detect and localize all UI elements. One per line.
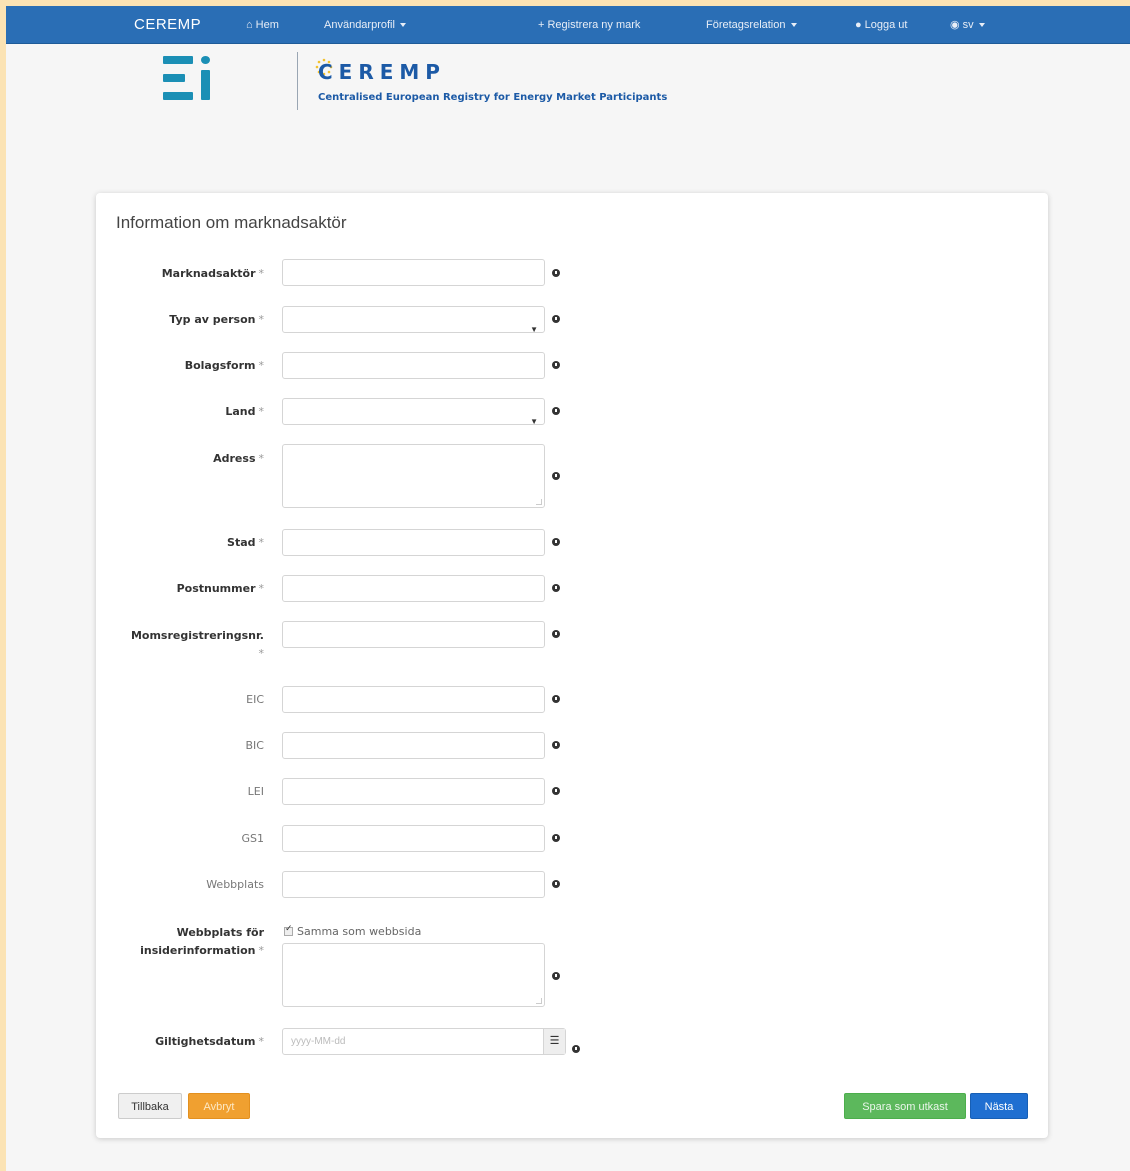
chevron-down-icon xyxy=(399,23,406,28)
save-draft-button[interactable]: Spara som utkast xyxy=(844,1093,966,1119)
nav-logout-label: Logga ut xyxy=(864,19,908,31)
header-logos: CEREMP Centralised European Registry for… xyxy=(6,44,1130,164)
field-label-city: Stad * xyxy=(227,536,264,549)
field-label-insider-website: Webbplats för insiderinformation * xyxy=(140,926,264,957)
select-arrow-icon: ▼ xyxy=(530,417,538,426)
field-label-gs1: GS1 xyxy=(241,832,264,845)
top-navbar: CEREMP ⌂ Hem Användarprofil + Registrera … xyxy=(6,6,1130,44)
same-as-website-label: Samma som webbsida xyxy=(297,925,422,938)
field-label-lei: LEI xyxy=(247,785,264,798)
eic-input[interactable] xyxy=(282,686,545,713)
nav-home-label: Hem xyxy=(255,19,279,31)
checkbox-checked-icon[interactable] xyxy=(284,924,293,936)
company-form-input[interactable] xyxy=(282,352,545,379)
help-icon[interactable] xyxy=(572,1045,580,1053)
home-icon: ⌂ xyxy=(246,19,253,31)
field-label-validity-date: Giltighetsdatum * xyxy=(155,1035,264,1048)
date-placeholder: yyyy-MM-dd xyxy=(291,1036,346,1047)
globe-icon: ◉ xyxy=(950,19,960,31)
field-label-postal-code: Postnummer * xyxy=(176,582,264,595)
help-icon[interactable] xyxy=(552,361,560,369)
nav-language-label: sv xyxy=(962,19,974,31)
lei-input[interactable] xyxy=(282,778,545,805)
help-icon[interactable] xyxy=(552,538,560,546)
field-label-vat-number: Momsregistreringsnr. * xyxy=(130,629,264,660)
insider-website-textarea[interactable] xyxy=(282,943,545,1007)
field-label-person-type: Typ av person * xyxy=(169,313,264,326)
chevron-down-icon xyxy=(790,23,797,28)
same-as-website-checkbox[interactable]: Samma som webbsida xyxy=(284,924,422,938)
ceremp-logo-title: CEREMP xyxy=(318,60,446,84)
logo-divider xyxy=(297,52,298,110)
cancel-button[interactable]: Avbryt xyxy=(188,1093,250,1119)
nav-brand[interactable]: CEREMP xyxy=(134,6,201,44)
validity-date-input[interactable]: yyyy-MM-dd ☰ xyxy=(282,1028,566,1055)
nav-home[interactable]: ⌂ Hem xyxy=(246,6,279,44)
help-icon[interactable] xyxy=(552,880,560,888)
field-label-company-form: Bolagsform * xyxy=(184,359,264,372)
back-button[interactable]: Tillbaka xyxy=(118,1093,182,1119)
help-icon[interactable] xyxy=(552,407,560,415)
address-textarea[interactable] xyxy=(282,444,545,508)
panel-title: Information om marknadsaktör xyxy=(116,213,347,232)
website-input[interactable] xyxy=(282,871,545,898)
resize-handle-icon[interactable] xyxy=(536,998,542,1004)
nav-register[interactable]: + Registrera ny mark xyxy=(538,6,640,44)
help-icon[interactable] xyxy=(552,695,560,703)
market-participant-input[interactable] xyxy=(282,259,545,286)
city-input[interactable] xyxy=(282,529,545,556)
field-label-market-participant: Marknadsaktör * xyxy=(161,267,264,280)
nav-company-relation-label: Företagsrelation xyxy=(706,19,786,31)
field-label-country: Land * xyxy=(225,405,264,418)
nav-user-profile[interactable]: Användarprofil xyxy=(324,6,406,44)
calendar-icon[interactable]: ☰ xyxy=(543,1029,565,1054)
help-icon[interactable] xyxy=(552,787,560,795)
nav-language[interactable]: ◉ sv xyxy=(950,6,985,44)
select-arrow-icon: ▼ xyxy=(530,325,538,334)
help-icon[interactable] xyxy=(552,741,560,749)
country-select[interactable]: ▼ xyxy=(282,398,545,426)
postal-code-input[interactable] xyxy=(282,575,545,602)
help-icon[interactable] xyxy=(552,269,560,277)
field-label-eic: EIC xyxy=(246,693,264,706)
help-icon[interactable] xyxy=(552,834,560,842)
bic-input[interactable] xyxy=(282,732,545,759)
next-button[interactable]: Nästa xyxy=(970,1093,1028,1119)
nav-logout[interactable]: ● Logga ut xyxy=(855,6,907,44)
ei-logo xyxy=(163,56,223,106)
help-icon[interactable] xyxy=(552,315,560,323)
help-icon[interactable] xyxy=(552,472,560,480)
person-type-select[interactable]: ▼ xyxy=(282,306,545,334)
ceremp-logo-subtitle: Centralised European Registry for Energy… xyxy=(318,92,668,103)
help-icon[interactable] xyxy=(552,584,560,592)
field-label-address: Adress * xyxy=(213,452,264,465)
nav-user-profile-label: Användarprofil xyxy=(324,19,395,31)
field-label-website: Webbplats xyxy=(206,878,264,891)
help-icon[interactable] xyxy=(552,972,560,980)
resize-handle-icon[interactable] xyxy=(536,499,542,505)
nav-company-relation[interactable]: Företagsrelation xyxy=(706,6,797,44)
vat-number-input[interactable] xyxy=(282,621,545,648)
help-icon[interactable] xyxy=(552,630,560,638)
market-participant-panel: Information om marknadsaktör Marknadsakt… xyxy=(96,193,1048,1138)
user-icon: ● xyxy=(855,19,862,31)
left-border-strip xyxy=(0,0,6,1171)
field-label-bic: BIC xyxy=(245,739,264,752)
chevron-down-icon xyxy=(978,23,985,28)
gs1-input[interactable] xyxy=(282,825,545,852)
